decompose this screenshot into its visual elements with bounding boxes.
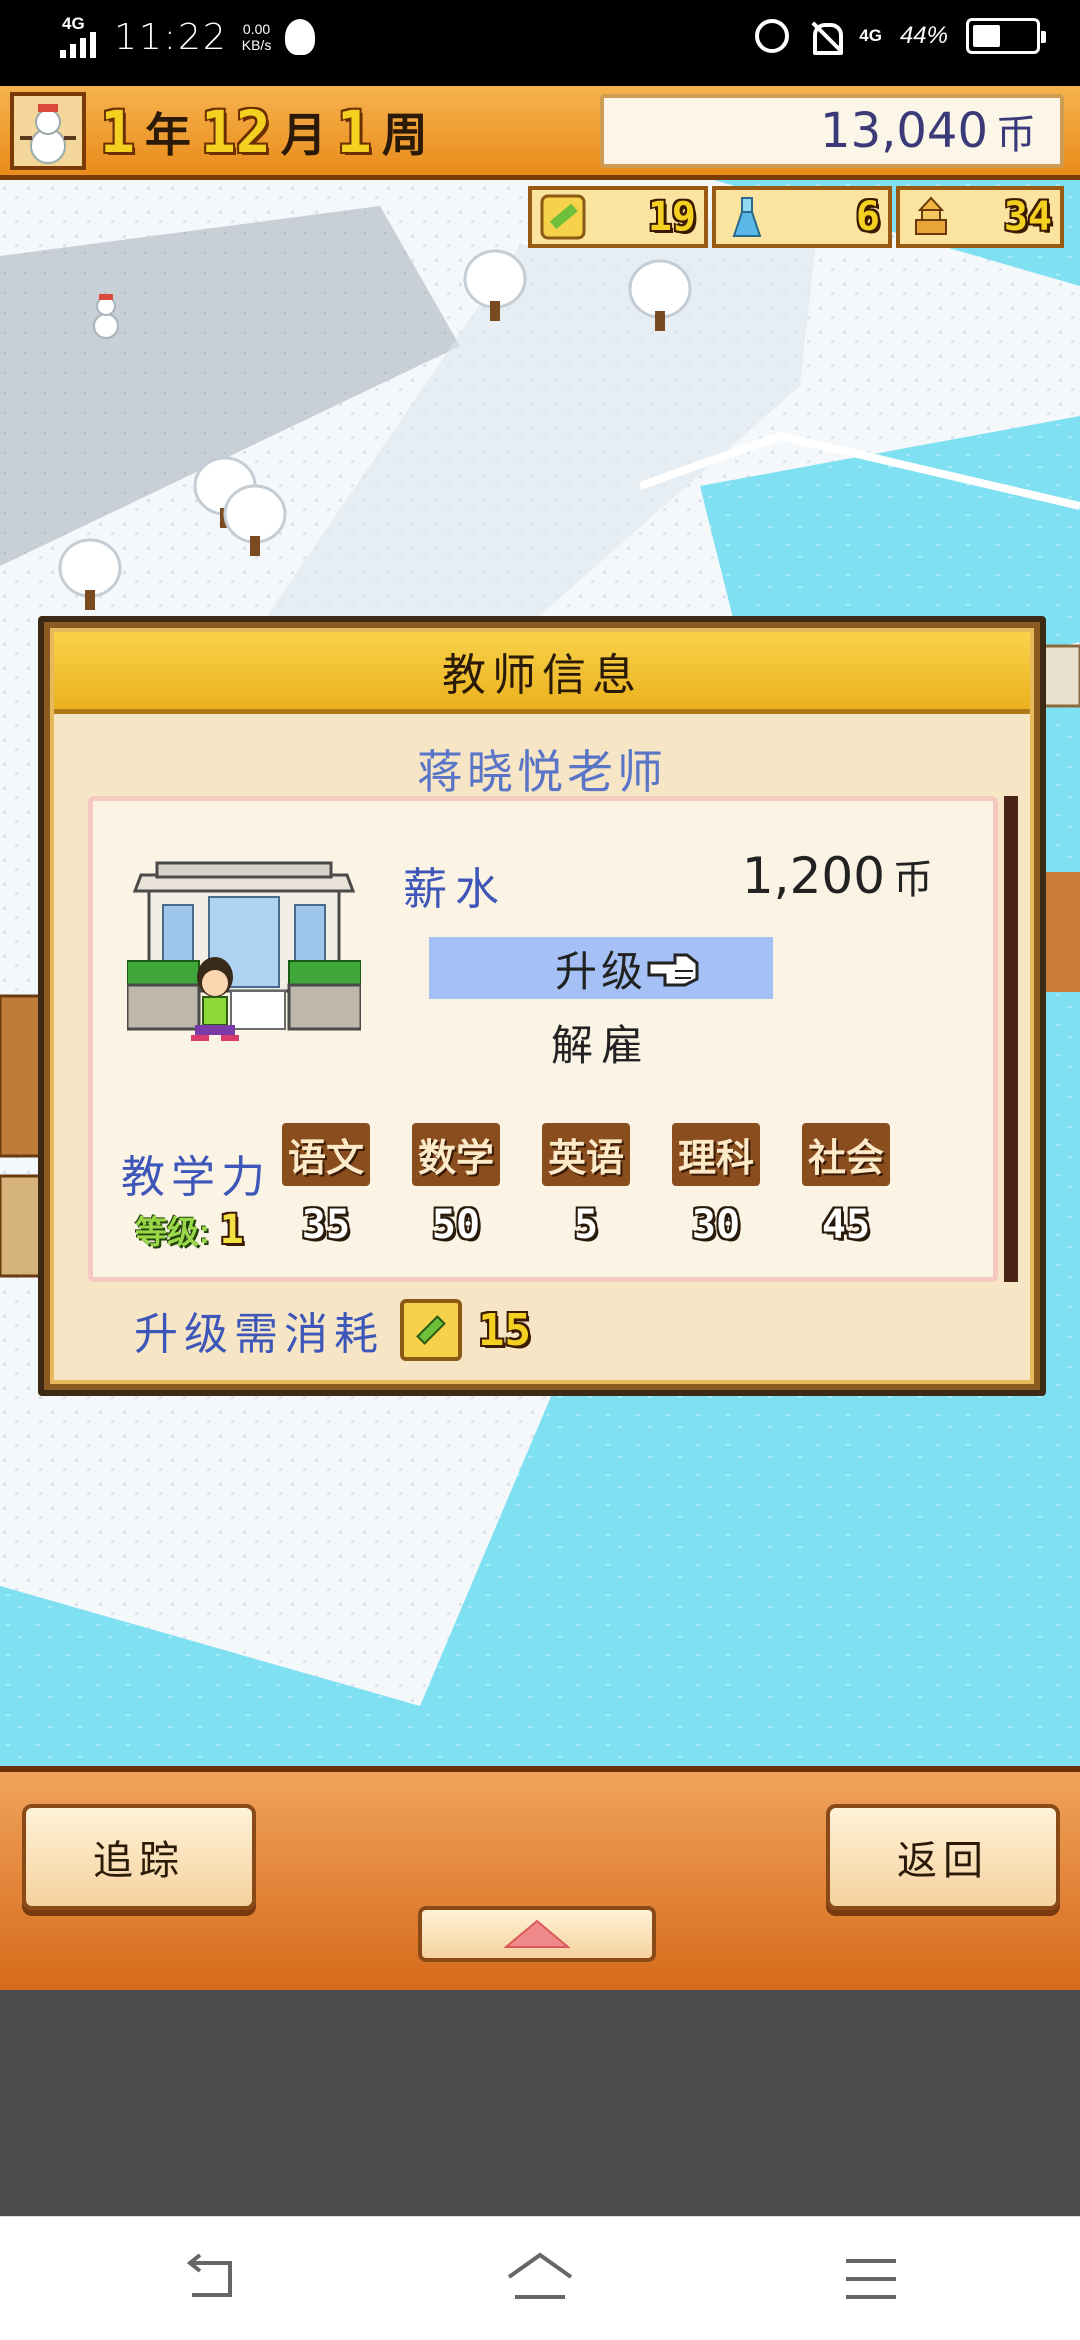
subject-name: 语文	[281, 1123, 370, 1186]
upgrade-cost-value: 15	[478, 1304, 531, 1356]
subject-value: 50	[431, 1202, 481, 1248]
dialog-body: 教师信息 蒋晓悦老师 薪水 1,200 币 升级 解雇 教学力 语文 35 数学…	[50, 628, 1034, 1384]
mute-icon	[807, 19, 844, 55]
salary-value: 1,200 币	[742, 847, 933, 905]
pencil-icon	[540, 194, 586, 240]
pencil-icon	[400, 1299, 462, 1361]
net-speed: 0.00 KB/s	[242, 21, 272, 53]
month-unit: 月	[280, 109, 327, 161]
panel-scrollbar[interactable]	[1004, 796, 1018, 1282]
flask-icon	[732, 197, 762, 237]
upgrade-cost: 升级需消耗 15	[134, 1298, 531, 1362]
resource-bar: 19 6 34	[528, 186, 1064, 248]
subject-value: 45	[821, 1202, 871, 1248]
upgrade-cost-label: 升级需消耗	[134, 1309, 384, 1360]
dismiss-button[interactable]: 解雇	[429, 1011, 773, 1073]
pagoda-icon	[915, 196, 947, 235]
money-display: 13,040 币	[600, 94, 1064, 168]
money-value: 13,040	[820, 103, 988, 159]
teacher-panel: 薪水 1,200 币 升级 解雇 教学力 语文 35 数学 50 英语 5 理科…	[88, 796, 998, 1282]
subject-name: 英语	[541, 1123, 630, 1186]
battery-percent: 44%	[899, 22, 948, 49]
season-snowman-icon[interactable]	[10, 92, 86, 170]
dialog-header: 教师信息	[54, 632, 1030, 714]
net-speed-unit: KB/s	[241, 37, 272, 53]
buildings-left	[0, 994, 42, 1278]
resource-flask: 6	[712, 186, 892, 248]
status-bar: 4G 11:22 0.00 KB/s 4G 44%	[0, 0, 1080, 86]
qq-icon	[285, 19, 316, 55]
track-button[interactable]: 追踪	[22, 1804, 256, 1910]
subject-chinese: 语文 35	[261, 1123, 391, 1248]
flask-count: 6	[855, 194, 880, 240]
subject-stats: 语文 35 数学 50 英语 5 理科 30 社会 45	[261, 1123, 911, 1248]
status-right: 4G 44%	[755, 18, 1046, 55]
subject-value: 35	[301, 1202, 351, 1248]
salary-label: 薪水	[403, 864, 507, 915]
subject-science: 理科 30	[651, 1123, 781, 1248]
resource-pencil: 19	[528, 186, 708, 248]
subject-math: 数学 50	[391, 1123, 521, 1248]
network-type-right: 4G	[859, 26, 882, 45]
system-nav-bar	[0, 2216, 1080, 2340]
subject-value: 5	[573, 1202, 599, 1248]
teacher-info-dialog: 教师信息 蒋晓悦老师 薪水 1,200 币 升级 解雇 教学力 语文 35 数学…	[38, 616, 1046, 1396]
alarm-icon	[755, 19, 790, 53]
back-button[interactable]: 返回	[826, 1804, 1060, 1910]
expand-menu-button[interactable]	[418, 1906, 656, 1962]
week-unit: 周	[381, 109, 428, 161]
game-date: 1 年 12 月 1 周	[100, 94, 580, 170]
subject-value: 30	[691, 1202, 741, 1248]
salary-unit: 币	[893, 857, 933, 903]
money-unit: 币	[996, 112, 1036, 158]
salary-amount: 1,200	[741, 847, 885, 905]
dialog-title: 教师信息	[442, 649, 642, 701]
subject-name: 社会	[801, 1123, 890, 1186]
resource-pagoda: 34	[896, 186, 1064, 248]
letterbox-area	[0, 1990, 1080, 2216]
subject-social: 社会 45	[781, 1123, 911, 1248]
screen: 4G 11:22 0.00 KB/s 4G 44% 1 年 12 月 1 周 1…	[0, 0, 1080, 2340]
upgrade-button[interactable]: 升级	[429, 937, 773, 999]
subject-name: 数学	[411, 1123, 500, 1186]
teacher-name: 蒋晓悦老师	[417, 745, 667, 799]
pagoda-count: 34	[1003, 194, 1052, 240]
level-label: 等级:	[135, 1214, 210, 1250]
network-type: 4G	[62, 14, 85, 33]
signal-icon: 4G	[56, 14, 100, 60]
top-hud: 1 年 12 月 1 周 13,040 币	[0, 86, 1080, 180]
home-nav-icon[interactable]	[505, 2249, 575, 2309]
pointer-hand-icon	[647, 953, 699, 987]
net-speed-value: 0.00	[242, 21, 271, 37]
subject-name: 理科	[671, 1123, 760, 1186]
battery-icon	[966, 18, 1046, 54]
status-left: 4G 11:22 0.00 KB/s	[56, 14, 316, 60]
pencil-count: 19	[647, 194, 696, 240]
year-number: 1	[100, 98, 135, 166]
month-number: 12	[200, 98, 271, 166]
game-view[interactable]: 1 年 12 月 1 周 13,040 币 19 6 34 教师信息 蒋晓悦老师…	[0, 86, 1080, 1990]
subject-english: 英语 5	[521, 1123, 651, 1248]
school-building-icon	[127, 861, 361, 1041]
back-nav-icon[interactable]	[176, 2249, 246, 2309]
week-number: 1	[336, 98, 372, 166]
level-value: 1	[219, 1207, 244, 1253]
teaching-power-label: 教学力	[121, 1152, 271, 1203]
teacher-level: 等级: 1	[135, 1207, 244, 1253]
clock: 11:22	[114, 16, 228, 58]
menu-nav-icon[interactable]	[836, 2249, 906, 2309]
year-unit: 年	[144, 109, 191, 161]
bottom-hud: 追踪 返回	[0, 1766, 1080, 1990]
triangle-up-icon	[503, 1919, 571, 1948]
